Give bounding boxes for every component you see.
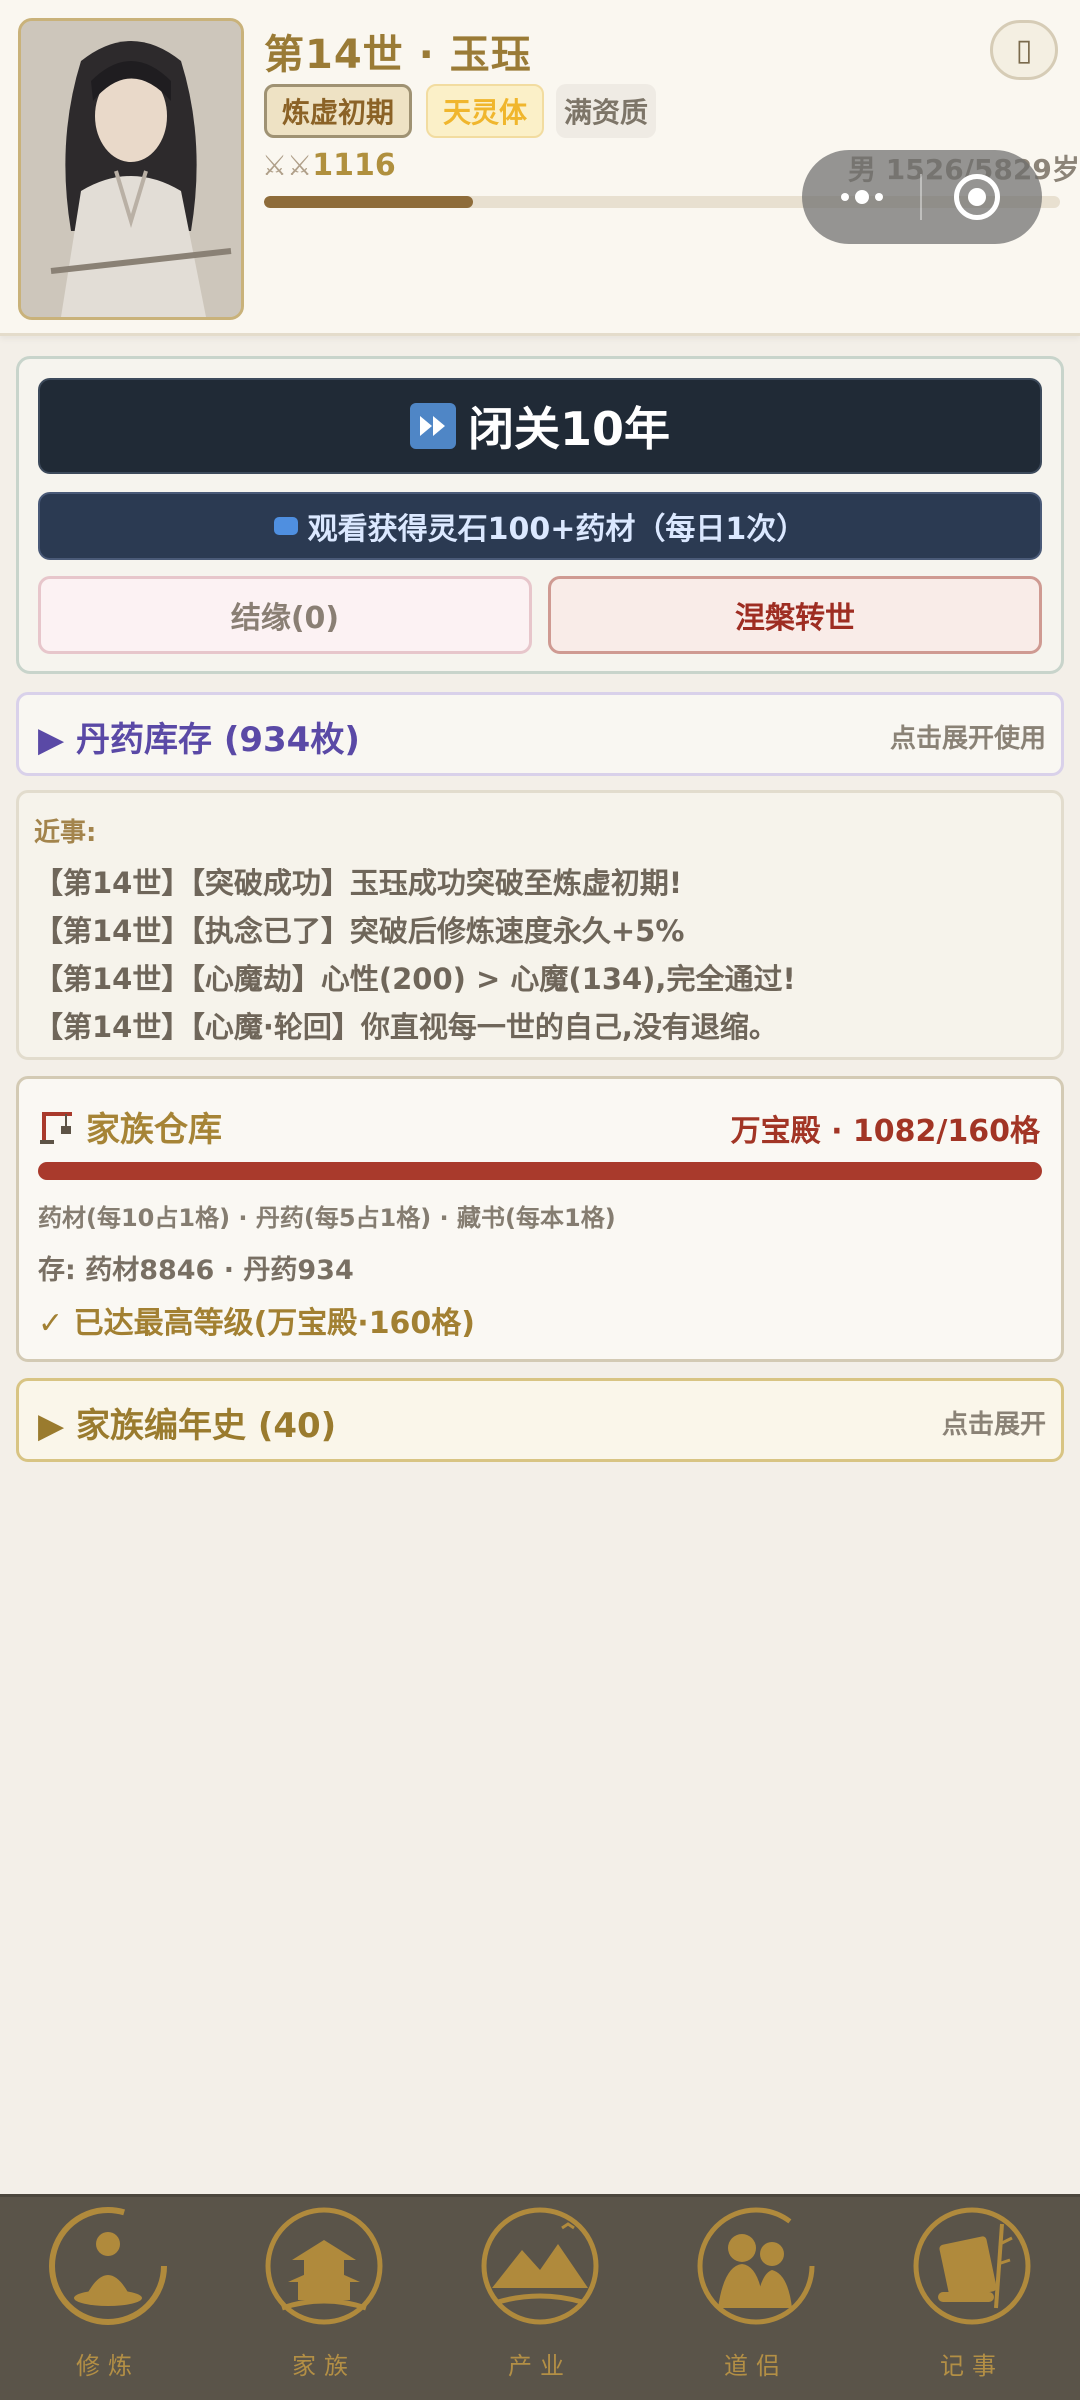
scroll-icon xyxy=(913,2207,1031,2325)
nav-item-family[interactable]: 家族 xyxy=(216,2198,432,2400)
crane-icon xyxy=(40,1111,72,1144)
warehouse-level: 万宝殿 · 1082/160格 xyxy=(730,1114,1040,1149)
chronicle-hint[interactable]: 点击展开 xyxy=(942,1404,1046,1441)
warehouse-stock: 存: 药材8846 · 丹药934 xyxy=(38,1255,354,1286)
bond-button-label: 结缘(0) xyxy=(230,601,340,636)
video-icon xyxy=(273,517,298,535)
recent-event-line: 【第14世】【心魔劫】心性(200) > 心魔(134),完全通过! xyxy=(34,962,796,996)
warehouse-capacity-bar xyxy=(38,1162,1042,1180)
meditation-icon xyxy=(49,2207,167,2325)
pagoda-icon xyxy=(265,2207,383,2325)
rebirth-button[interactable]: 涅槃转世 xyxy=(548,576,1042,654)
recent-event-line: 【第14世】【心魔·轮回】你直视每一世的自己,没有退缩。 xyxy=(34,1010,778,1044)
warehouse-title-label: 家族仓库 xyxy=(86,1110,222,1150)
crossed-swords-icon: ⚔⚔ xyxy=(262,149,313,182)
retreat-button-label: 闭关10年 xyxy=(467,402,670,456)
warehouse-rules: 药材(每10占1格) · 丹药(每5占1格) · 藏书(每本1格) xyxy=(38,1204,616,1232)
warehouse-title: 家族仓库 xyxy=(38,1102,222,1151)
fast-forward-icon xyxy=(409,403,456,449)
rebirth-button-label: 涅槃转世 xyxy=(735,601,855,636)
watch-ad-button[interactable]: 观看获得灵石100+药材（每日1次） xyxy=(38,492,1042,560)
nav-label: 家族 xyxy=(292,2352,356,2380)
lifespan-bar-fill xyxy=(264,196,474,208)
combat-power-value: 1116 xyxy=(312,148,396,183)
nav-label: 记事 xyxy=(940,2352,1004,2380)
body-type-tag: 天灵体 xyxy=(426,84,544,138)
nav-label: 道侣 xyxy=(724,2352,788,2380)
nav-item-industry[interactable]: 产业 xyxy=(432,2198,648,2400)
portrait-image xyxy=(21,21,241,317)
chronicle-title[interactable]: ▶ 家族编年史 (40) xyxy=(38,1398,336,1447)
nav-item-records[interactable]: 记事 xyxy=(864,2198,1080,2400)
watch-ad-label: 观看获得灵石100+药材（每日1次） xyxy=(307,512,807,547)
recent-events-label: 近事: xyxy=(34,818,97,848)
couple-icon xyxy=(697,2207,815,2325)
nav-label: 产业 xyxy=(508,2352,572,2380)
nav-item-partner[interactable]: 道侣 xyxy=(648,2198,864,2400)
combat-power: ⚔⚔ 1116 xyxy=(262,148,396,183)
miniprogram-capsule xyxy=(802,150,1042,244)
pill-inventory-title[interactable]: ▶ 丹药库存 (934枚) xyxy=(38,712,360,761)
aptitude-tag: 满资质 xyxy=(556,84,656,138)
realm-tag: 炼虚初期 xyxy=(264,84,412,138)
pill-inventory-hint[interactable]: 点击展开使用 xyxy=(890,718,1046,755)
nav-label: 修炼 xyxy=(76,2352,140,2380)
close-target-icon[interactable] xyxy=(954,174,1000,220)
bond-button[interactable]: 结缘(0) xyxy=(38,576,532,654)
recent-event-line: 【第14世】【执念已了】突破后修炼速度永久+5% xyxy=(34,914,685,948)
warehouse-max-note: ✓ 已达最高等级(万宝殿·160格) xyxy=(38,1306,476,1341)
mountain-icon xyxy=(481,2207,599,2325)
character-title: 第14世 · 玉珏 xyxy=(264,32,532,78)
menu-icon: ▯ xyxy=(1015,32,1033,68)
menu-button[interactable]: ▯ xyxy=(990,20,1058,80)
character-avatar[interactable] xyxy=(18,18,244,320)
retreat-button[interactable]: 闭关10年 xyxy=(38,378,1042,474)
capsule-divider xyxy=(920,174,922,220)
nav-item-cultivate[interactable]: 修炼 xyxy=(0,2198,216,2400)
more-dots-icon[interactable] xyxy=(832,180,892,214)
recent-event-line: 【第14世】【突破成功】玉珏成功突破至炼虚初期! xyxy=(34,866,683,900)
